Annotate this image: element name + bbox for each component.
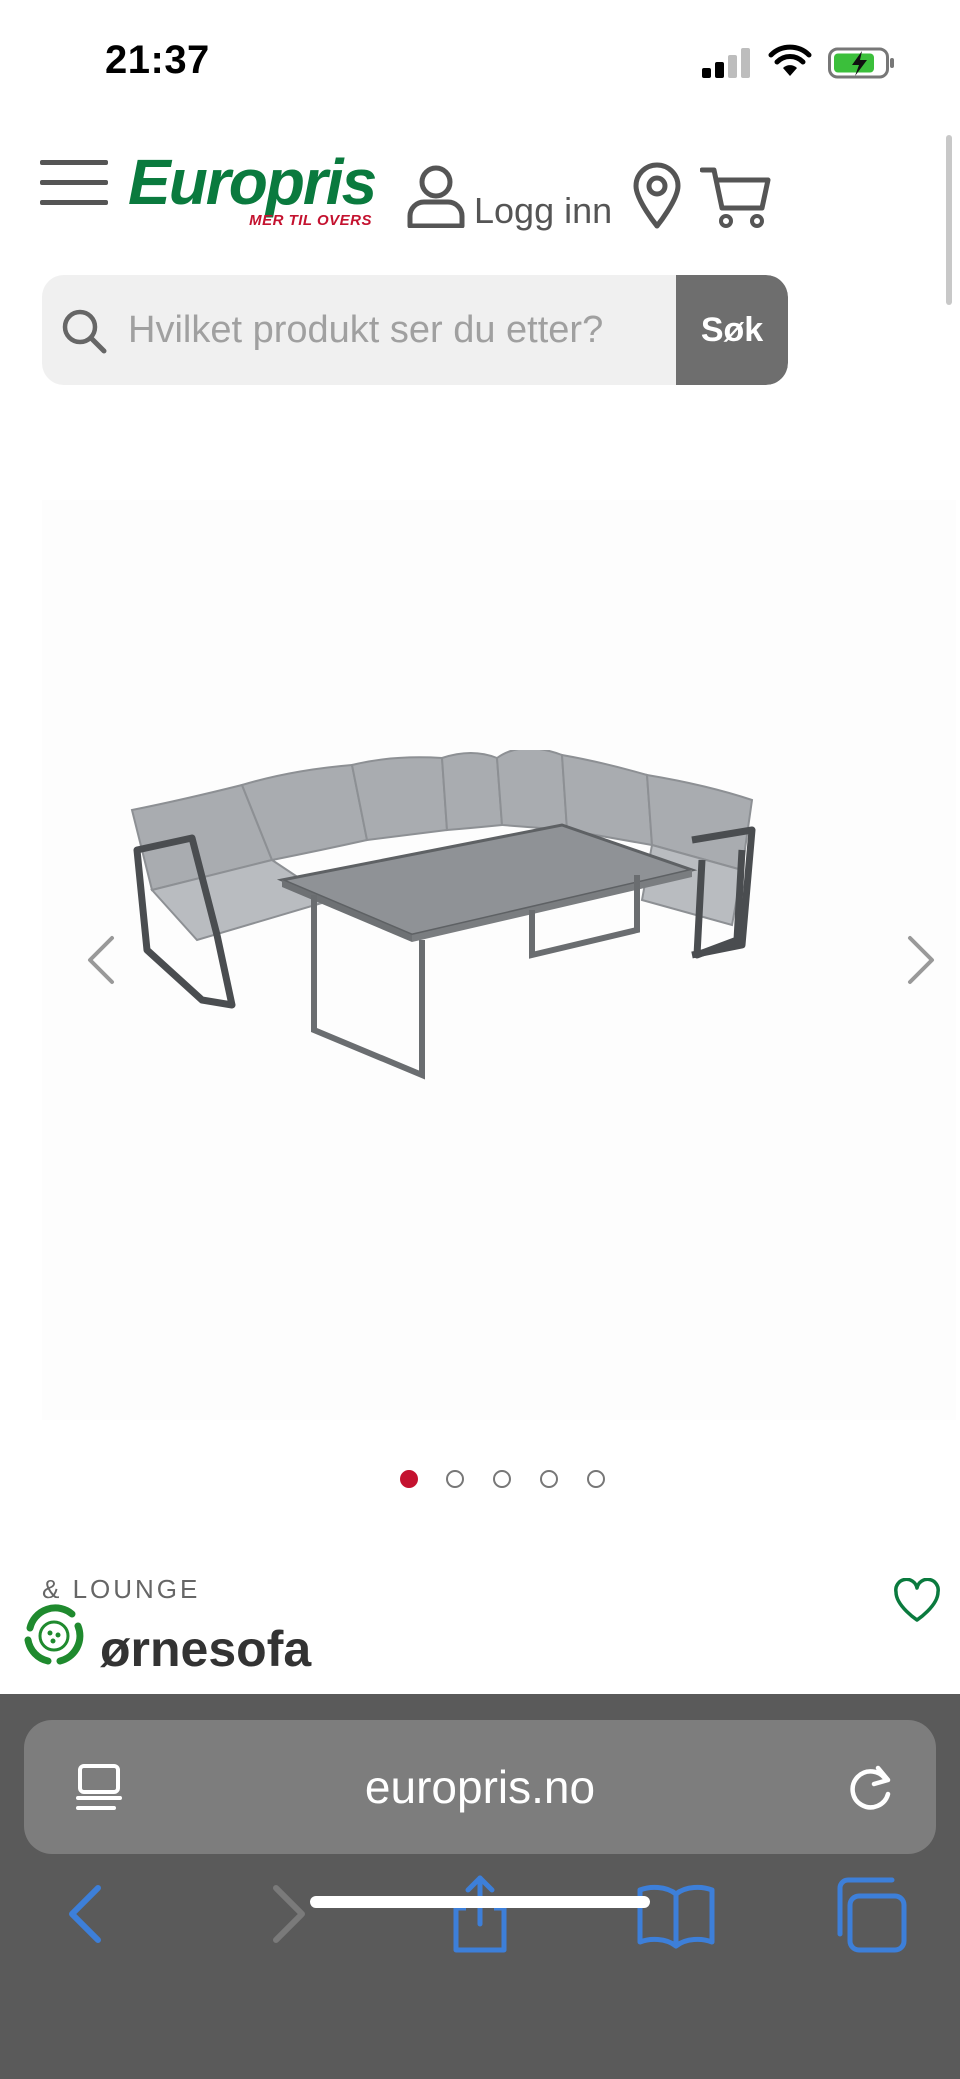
login-link[interactable]: Logg inn bbox=[474, 190, 612, 232]
carousel-dots bbox=[390, 1470, 610, 1492]
chevron-left-icon[interactable] bbox=[70, 920, 130, 1000]
cart-icon[interactable] bbox=[700, 164, 772, 230]
user-icon[interactable] bbox=[406, 164, 466, 228]
battery-icon bbox=[828, 47, 894, 79]
back-icon[interactable] bbox=[46, 1874, 126, 1954]
search-input[interactable] bbox=[128, 301, 688, 359]
browser-toolbar: europris.no bbox=[0, 1694, 960, 2079]
forward-icon[interactable] bbox=[248, 1874, 328, 1954]
product-image bbox=[130, 750, 756, 1080]
product-image-carousel[interactable] bbox=[42, 500, 956, 1420]
search-bar: Søk bbox=[42, 275, 788, 385]
site-header: Europris MER TIL OVERS Logg inn bbox=[0, 140, 960, 260]
logo-wordmark: Europris bbox=[128, 146, 377, 218]
address-bar[interactable]: europris.no bbox=[24, 1720, 936, 1854]
wifi-icon bbox=[768, 44, 812, 76]
chevron-right-icon[interactable] bbox=[892, 920, 952, 1000]
europris-logo[interactable]: Europris MER TIL OVERS bbox=[128, 150, 378, 240]
carousel-dot[interactable] bbox=[540, 1470, 558, 1488]
page: 21:37 Europris MER TIL OVERS Logg inn Hv… bbox=[0, 0, 960, 2079]
browser-nav-row bbox=[0, 1874, 960, 1974]
page-scrollbar[interactable] bbox=[946, 135, 952, 305]
search-button[interactable]: Søk bbox=[676, 275, 788, 385]
logo-tagline: MER TIL OVERS bbox=[249, 212, 372, 229]
heart-icon[interactable] bbox=[892, 1578, 942, 1624]
tabs-icon[interactable] bbox=[832, 1874, 912, 1954]
menu-button[interactable] bbox=[40, 158, 108, 208]
location-pin-icon[interactable] bbox=[632, 162, 682, 230]
carousel-dot[interactable] bbox=[446, 1470, 464, 1488]
carousel-dot[interactable] bbox=[587, 1470, 605, 1488]
status-time: 21:37 bbox=[105, 38, 210, 82]
search-icon bbox=[62, 309, 107, 354]
product-title: ørnesofa bbox=[100, 1621, 312, 1677]
cellular-signal-icon bbox=[702, 48, 750, 78]
share-icon[interactable] bbox=[440, 1874, 520, 1954]
url-text[interactable]: europris.no bbox=[24, 1760, 936, 1814]
carousel-dot[interactable] bbox=[493, 1470, 511, 1488]
home-indicator[interactable] bbox=[310, 1896, 650, 1908]
status-bar: 21:37 bbox=[0, 0, 960, 120]
reload-icon[interactable] bbox=[844, 1760, 898, 1816]
carousel-dot[interactable] bbox=[400, 1470, 418, 1488]
recycle-icon[interactable] bbox=[16, 1598, 92, 1674]
bookmarks-icon[interactable] bbox=[636, 1874, 716, 1954]
